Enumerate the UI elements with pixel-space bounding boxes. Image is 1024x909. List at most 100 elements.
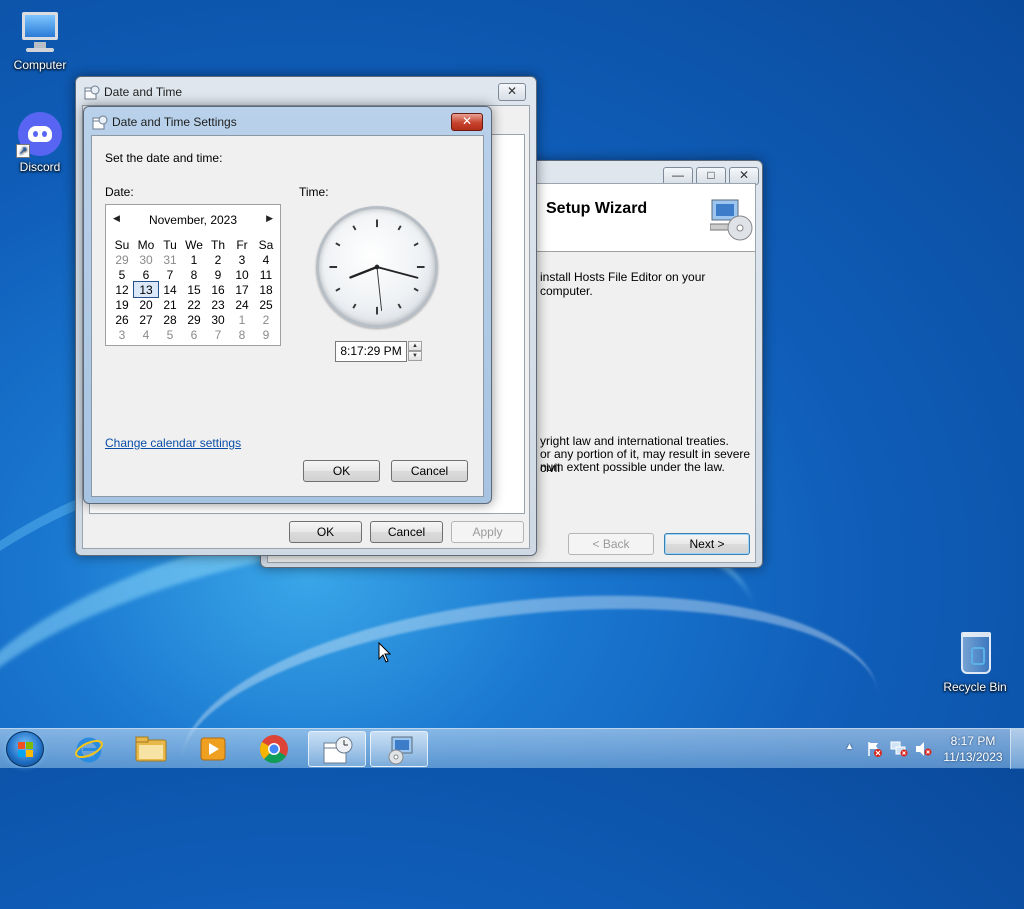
titlebar: Date and Time Settings xyxy=(84,107,491,137)
weekday-header: Tu xyxy=(163,237,177,252)
clock-tick xyxy=(397,225,402,231)
calendar-day[interactable]: 10 xyxy=(230,267,254,282)
calendar-day[interactable]: 2 xyxy=(254,312,278,327)
windows-logo-icon xyxy=(18,742,33,757)
calendar-day[interactable]: 16 xyxy=(206,282,230,297)
calendar-day[interactable]: 30 xyxy=(134,252,158,267)
calendar-day[interactable]: 5 xyxy=(158,327,182,342)
calendar-day[interactable]: 6 xyxy=(134,267,158,282)
taskbar-date: 11/13/2023 xyxy=(943,750,1003,764)
taskbar-date-time[interactable] xyxy=(308,731,366,767)
calendar-day[interactable]: 27 xyxy=(134,312,158,327)
weekday-header: We xyxy=(185,237,203,252)
calendar-day[interactable]: 1 xyxy=(182,252,206,267)
internet-explorer-icon xyxy=(75,737,103,763)
calendar-day[interactable]: 7 xyxy=(206,327,230,342)
settings-ok-button[interactable]: OK xyxy=(303,460,380,482)
wizard-copyright-line: yright law and international treaties. xyxy=(540,434,729,448)
taskbar-setup-wizard[interactable] xyxy=(370,731,428,767)
calendar-day[interactable]: 4 xyxy=(254,252,278,267)
calendar-day[interactable]: 25 xyxy=(254,297,278,312)
ok-button[interactable]: OK xyxy=(289,521,362,543)
calendar-day[interactable]: 2 xyxy=(206,252,230,267)
desktop-icon-discord[interactable]: ↗ Discord xyxy=(2,110,78,174)
spin-up-icon[interactable]: ▲ xyxy=(408,341,422,351)
calendar-month-year[interactable]: November, 2023 xyxy=(106,213,280,227)
calendar-day[interactable]: 17 xyxy=(230,282,254,297)
hour-hand xyxy=(349,265,379,279)
taskbar-media-player[interactable] xyxy=(184,731,242,767)
instruction-text: Set the date and time: xyxy=(105,151,223,165)
calendar-day[interactable]: 29 xyxy=(110,252,134,267)
calendar-day-selected[interactable]: 13 xyxy=(133,281,159,298)
minute-hand xyxy=(376,266,419,279)
weekday-header: Sa xyxy=(258,237,274,252)
change-calendar-settings-link[interactable]: Change calendar settings xyxy=(105,436,241,450)
setup-computer-icon xyxy=(710,199,753,241)
shortcut-arrow-icon: ↗ xyxy=(16,144,30,158)
calendar-day[interactable]: 1 xyxy=(230,312,254,327)
calendar-day[interactable]: 14 xyxy=(158,282,182,297)
cancel-button[interactable]: Cancel xyxy=(370,521,443,543)
start-button[interactable] xyxy=(6,731,44,767)
calendar-day[interactable]: 26 xyxy=(110,312,134,327)
calendar-day[interactable]: 8 xyxy=(230,327,254,342)
calendar-day[interactable]: 31 xyxy=(158,252,182,267)
taskbar-file-explorer[interactable] xyxy=(122,731,180,767)
calendar-day[interactable]: 19 xyxy=(110,297,134,312)
next-button[interactable]: Next > xyxy=(664,533,750,555)
calendar-day[interactable]: 29 xyxy=(182,312,206,327)
date-label: Date: xyxy=(105,185,134,199)
media-player-icon xyxy=(200,737,226,761)
taskbar-chrome[interactable] xyxy=(246,731,304,767)
calendar-day[interactable]: 12 xyxy=(110,282,134,297)
setup-computer-icon xyxy=(388,736,413,765)
calendar-day[interactable]: 20 xyxy=(134,297,158,312)
close-button[interactable]: ✕ xyxy=(451,113,483,131)
clock-tick xyxy=(413,242,419,247)
show-hidden-icons-button[interactable]: ▲ xyxy=(845,741,854,751)
calendar-day[interactable]: 23 xyxy=(206,297,230,312)
calendar-day[interactable]: 4 xyxy=(134,327,158,342)
window-title: Date and Time Settings xyxy=(112,115,237,129)
next-month-icon[interactable]: ▶ xyxy=(266,213,273,224)
back-button[interactable]: < Back xyxy=(568,533,654,555)
calendar-day[interactable]: 28 xyxy=(158,312,182,327)
action-center-flag-icon[interactable] xyxy=(866,741,882,757)
taskbar-clock[interactable]: 8:17 PM 11/13/2023 xyxy=(940,734,1006,764)
calendar-day[interactable]: 11 xyxy=(254,267,278,282)
calendar-day[interactable]: 24 xyxy=(230,297,254,312)
calendar-day[interactable]: 3 xyxy=(230,252,254,267)
desktop-icon-recycle-bin[interactable]: Recycle Bin xyxy=(937,630,1013,694)
calendar-day[interactable]: 8 xyxy=(182,267,206,282)
calendar-day[interactable]: 7 xyxy=(158,267,182,282)
calendar-day[interactable]: 3 xyxy=(110,327,134,342)
discord-icon: ↗ xyxy=(16,110,64,158)
weekday-header: Fr xyxy=(236,237,248,252)
desktop-icon-label: Computer xyxy=(13,58,67,72)
calendar-day[interactable]: 6 xyxy=(182,327,206,342)
network-icon[interactable] xyxy=(890,741,908,757)
apply-button[interactable]: Apply xyxy=(451,521,524,543)
date-calendar[interactable]: ◀ November, 2023 ▶ Su Mo Tu We Th Fr Sa 29 30 31 1… xyxy=(105,204,281,346)
show-desktop-button[interactable] xyxy=(1010,729,1024,769)
calendar-clock-icon xyxy=(323,736,353,764)
desktop-icon-label: Recycle Bin xyxy=(943,680,1007,694)
calendar-day[interactable]: 15 xyxy=(182,282,206,297)
desktop-icon-computer[interactable]: Computer xyxy=(2,8,78,72)
calendar-day[interactable]: 9 xyxy=(206,267,230,282)
chrome-icon xyxy=(260,735,288,764)
calendar-day[interactable]: 21 xyxy=(158,297,182,312)
spin-down-icon[interactable]: ▼ xyxy=(408,351,422,361)
calendar-day[interactable]: 22 xyxy=(182,297,206,312)
calendar-day[interactable]: 9 xyxy=(254,327,278,342)
settings-cancel-button[interactable]: Cancel xyxy=(391,460,468,482)
close-button[interactable]: ✕ xyxy=(498,83,526,101)
taskbar-internet-explorer[interactable] xyxy=(60,731,118,767)
volume-muted-icon[interactable] xyxy=(914,741,932,757)
calendar-day[interactable]: 5 xyxy=(110,267,134,282)
desktop-icon-label: Discord xyxy=(19,160,61,174)
calendar-day[interactable]: 30 xyxy=(206,312,230,327)
calendar-day[interactable]: 18 xyxy=(254,282,278,297)
time-input[interactable]: 8:17:29 PM xyxy=(335,341,407,362)
